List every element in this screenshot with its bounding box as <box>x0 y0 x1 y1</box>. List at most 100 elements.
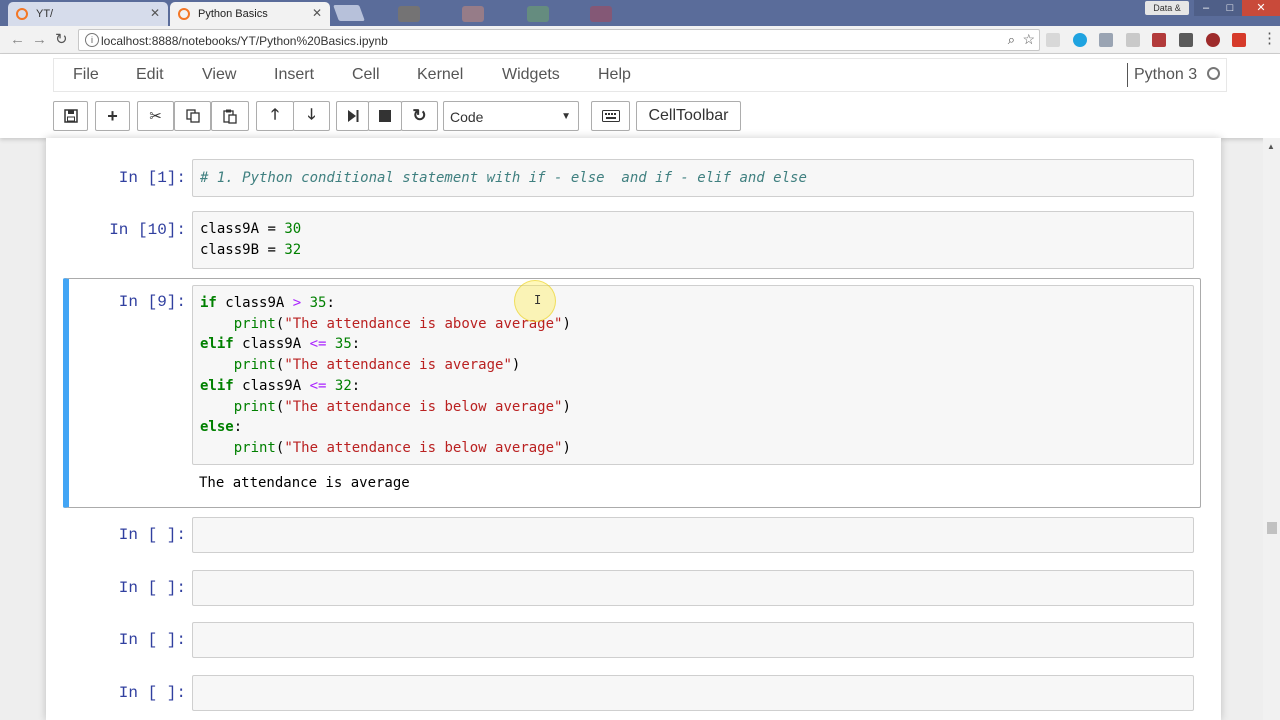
notebook-container: In [1]: # 1. Python conditional statemen… <box>46 138 1221 720</box>
code-token: : <box>351 377 361 394</box>
page-scrollbar[interactable]: ▲ <box>1263 138 1280 720</box>
menu-insert[interactable]: Insert <box>274 66 314 84</box>
menu-file[interactable]: File <box>73 66 99 84</box>
kernel-name[interactable]: Python 3 <box>1127 63 1197 87</box>
browser-tab-python-basics[interactable]: Python Basics ✕ <box>170 2 330 26</box>
close-tab-icon[interactable]: ✕ <box>150 6 160 20</box>
code-number: 32 <box>284 241 302 258</box>
forward-arrow-icon[interactable]: → <box>32 31 47 49</box>
cut-button[interactable]: ✂ <box>137 101 174 131</box>
cell-input[interactable]: # 1. Python conditional statement with i… <box>192 159 1194 197</box>
plus-icon: + <box>107 105 118 126</box>
code-builtin: print <box>233 398 276 415</box>
window-user-badge[interactable]: Data & <box>1145 1 1189 15</box>
scissors-icon: ✂ <box>149 108 162 125</box>
paste-button[interactable] <box>211 101 249 131</box>
code-operator: <= <box>309 377 327 394</box>
taskbar-thumbnail-icon <box>462 6 484 22</box>
code-builtin: print <box>233 439 276 456</box>
menu-edit[interactable]: Edit <box>136 66 164 84</box>
close-tab-icon[interactable]: ✕ <box>312 6 322 20</box>
interrupt-kernel-button[interactable] <box>368 101 402 131</box>
browser-menu-icon[interactable]: ⋮ <box>1262 30 1277 48</box>
command-palette-button[interactable] <box>591 101 630 131</box>
extension-icon[interactable] <box>1046 33 1060 47</box>
insert-cell-button[interactable]: + <box>95 101 130 131</box>
browser-tab-yt[interactable]: YT/ ✕ <box>8 2 168 26</box>
cell-input[interactable]: if class9A > 35: print("The attendance i… <box>192 285 1194 465</box>
code-token: ) <box>562 439 571 456</box>
code-comment: # 1. Python conditional statement with i… <box>200 170 807 186</box>
menu-view[interactable]: View <box>202 66 236 84</box>
menu-cell[interactable]: Cell <box>352 66 380 84</box>
cell-input[interactable] <box>192 675 1194 711</box>
scrollbar-thumb[interactable] <box>1267 522 1277 534</box>
menu-kernel[interactable]: Kernel <box>417 66 463 84</box>
code-token: class9A <box>200 221 260 237</box>
code-token: ) <box>562 315 571 332</box>
cell-type-select[interactable]: Code ▼ <box>443 101 579 131</box>
menu-help[interactable]: Help <box>598 66 631 84</box>
copy-button[interactable] <box>174 101 211 131</box>
step-forward-icon <box>347 110 358 122</box>
move-up-button[interactable]: 🡑 <box>256 101 294 131</box>
extension-icon[interactable] <box>1152 33 1166 47</box>
refresh-icon: ↻ <box>412 106 427 125</box>
save-button[interactable] <box>53 101 88 131</box>
restart-kernel-button[interactable]: ↻ <box>401 101 438 131</box>
cell-input[interactable] <box>192 570 1194 606</box>
run-cell-button[interactable] <box>336 101 369 131</box>
celltoolbar-button[interactable]: CellToolbar <box>636 101 741 131</box>
skype-extension-icon[interactable] <box>1073 33 1087 47</box>
arrow-up-icon: 🡑 <box>271 105 279 123</box>
cell-prompt: In [10]: <box>109 221 186 239</box>
code-string: "The attendance is below average" <box>284 439 563 456</box>
taskbar-thumbnail-icon <box>527 6 549 22</box>
move-down-button[interactable]: 🡓 <box>293 101 330 131</box>
extension-icon[interactable] <box>1126 33 1140 47</box>
cell-input[interactable] <box>192 622 1194 658</box>
new-tab-button[interactable] <box>333 5 365 21</box>
code-keyword: elif <box>200 377 234 394</box>
jupyter-header: File Edit View Insert Cell Kernel Widget… <box>0 54 1280 138</box>
kernel-idle-icon <box>1207 67 1220 80</box>
code-number: 32 <box>334 377 352 394</box>
cell-input[interactable] <box>192 517 1194 553</box>
cell-prompt: In [ ]: <box>118 684 186 702</box>
cell-input[interactable]: class9A = 30 class9B = 32 <box>192 211 1194 269</box>
code-keyword: elif <box>200 336 234 353</box>
code-token: ) <box>562 398 571 415</box>
zoom-magnifier-icon[interactable]: ⌕ <box>1008 32 1015 48</box>
code-token: class9A <box>225 295 285 311</box>
cell-prompt: In [ ]: <box>118 579 186 597</box>
code-token: : <box>351 336 361 353</box>
jupyter-favicon-icon <box>178 8 190 20</box>
code-token: ) <box>511 357 521 374</box>
info-icon[interactable]: i <box>85 33 99 47</box>
scroll-up-icon[interactable]: ▲ <box>1267 142 1275 151</box>
code-keyword: if <box>200 295 217 311</box>
url-input[interactable]: i localhost:8888/notebooks/YT/Python%20B… <box>78 29 1040 51</box>
url-text: localhost:8888/notebooks/YT/Python%20Bas… <box>101 34 388 48</box>
extension-icon[interactable] <box>1232 33 1246 47</box>
tab-label: Python Basics <box>198 8 268 20</box>
cell-prompt: In [9]: <box>118 293 186 311</box>
tab-label: YT/ <box>36 8 54 20</box>
extension-icon[interactable] <box>1206 33 1220 47</box>
text-cursor-icon: I <box>534 293 542 307</box>
bookmark-star-icon[interactable]: ☆ <box>1022 31 1035 48</box>
maximize-window-icon[interactable]: □ <box>1218 0 1242 16</box>
menu-widgets[interactable]: Widgets <box>502 66 560 84</box>
back-arrow-icon[interactable]: ← <box>10 31 25 49</box>
save-icon <box>63 109 78 123</box>
extension-icon[interactable] <box>1099 33 1113 47</box>
code-token: = <box>259 241 285 258</box>
extension-icon[interactable] <box>1179 33 1193 47</box>
stop-icon <box>379 110 391 122</box>
reload-icon[interactable]: ↻ <box>55 31 68 49</box>
close-window-icon[interactable]: ✕ <box>1242 0 1280 16</box>
minimize-window-icon[interactable]: – <box>1194 0 1218 16</box>
taskbar-thumbnail-icon <box>398 6 420 22</box>
